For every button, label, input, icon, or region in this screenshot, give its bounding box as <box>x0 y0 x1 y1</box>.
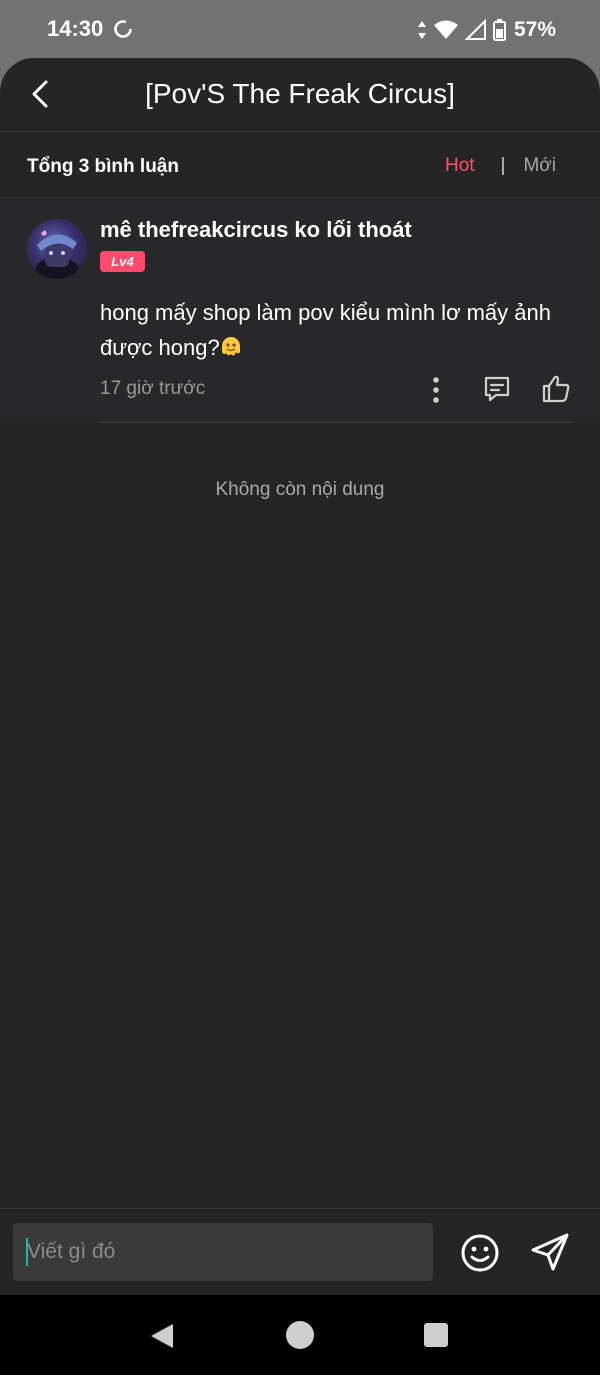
sync-icon <box>114 20 132 38</box>
comments-sheet: [Pov'S The Freak Circus] Tổng 3 bình luậ… <box>0 58 600 1295</box>
system-navigation-bar <box>0 1295 600 1375</box>
no-more-content-label: Không còn nội dung <box>215 479 385 500</box>
wifi-icon <box>433 20 458 39</box>
back-button[interactable] <box>20 74 60 114</box>
status-time: 14:30 <box>47 16 104 41</box>
comment-composer <box>0 1208 600 1295</box>
nav-back-icon[interactable] <box>147 1321 177 1351</box>
top-app-bar: [Pov'S The Freak Circus] <box>0 58 600 132</box>
nav-recents-icon[interactable] <box>423 1322 449 1348</box>
tab-hot[interactable]: Hot <box>445 155 475 177</box>
status-bar: 14:30 57% <box>0 0 600 58</box>
comment-username[interactable]: mê thefreakcircus ko lối thoát <box>100 217 412 243</box>
comment-divider <box>100 422 572 423</box>
battery-percent: 57% <box>513 18 556 41</box>
comment-text: hong mấy shop làm pov kiểu mình lơ mấy ả… <box>100 300 551 360</box>
sort-tabs: Hot | Mới <box>445 155 556 177</box>
level-badge: Lv4 <box>100 251 145 272</box>
tab-newest[interactable]: Mới <box>523 155 556 177</box>
thumbs-up-icon[interactable] <box>540 373 572 405</box>
data-arrows-icon <box>417 21 426 39</box>
avatar[interactable] <box>27 219 87 279</box>
nav-home-icon[interactable] <box>285 1320 315 1350</box>
reply-comment-icon[interactable] <box>482 374 512 404</box>
tab-separator: | <box>500 155 506 176</box>
status-icons: 57% <box>417 17 556 43</box>
cellular-icon <box>464 19 486 40</box>
comment-body: hong mấy shop làm pov kiểu mình lơ mấy ả… <box>100 295 580 365</box>
emoji-icon[interactable] <box>460 1233 500 1273</box>
more-options-icon[interactable] <box>426 375 446 405</box>
chevron-left-icon <box>32 80 48 108</box>
text-cursor <box>26 1238 28 1266</box>
page-title: [Pov'S The Freak Circus] <box>145 78 455 109</box>
send-icon[interactable] <box>529 1231 571 1273</box>
comment-item: mê thefreakcircus ko lối thoát Lv4 hong … <box>0 199 600 423</box>
battery-icon <box>492 19 506 41</box>
comment-summary-bar: Tổng 3 bình luận Hot | Mới <box>0 132 600 198</box>
comment-count: Tổng 3 bình luận <box>27 156 179 177</box>
comment-input[interactable] <box>13 1223 433 1281</box>
avatar-image <box>35 230 79 279</box>
melting-face-emoji-icon <box>221 337 240 356</box>
comment-timestamp: 17 giờ trước <box>100 378 206 399</box>
